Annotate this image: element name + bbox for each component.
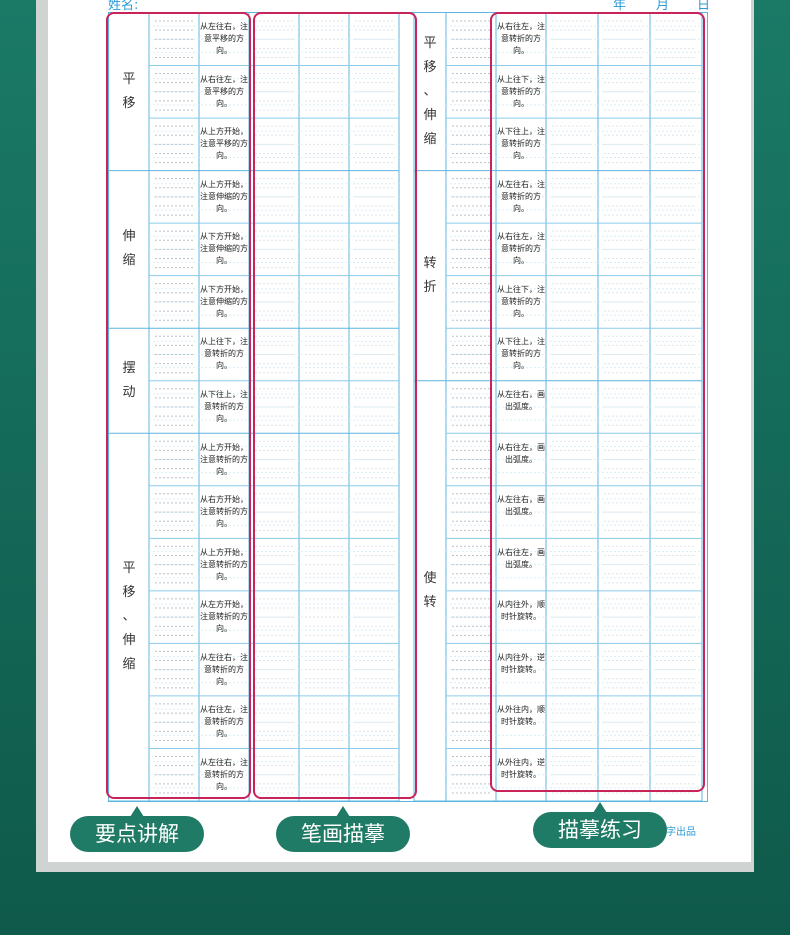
key-points-text: 要点讲解 [95,822,179,846]
group-label-char: 转 [423,594,437,610]
group-label-char: 移 [423,59,437,75]
tag-pointer [593,802,607,813]
group-label-char: 缩 [423,131,437,147]
group-label-char: 折 [423,279,437,295]
tag-pointer [130,806,144,817]
tracing-practice-tag: 描摹练习 [533,802,667,848]
key-points-tag: 要点讲解 [70,806,204,852]
group-label-char: 转 [423,255,437,271]
right-group-label: 转折 [414,252,446,300]
stroke-tracing-tag: 笔画描摹 [276,806,410,852]
tag-pointer [336,806,350,817]
stroke-tracing-text: 笔画描摹 [301,822,385,846]
key-points-highlight [106,12,251,799]
stroke-tracing-highlight [253,12,417,799]
publisher-note: 字出品 [666,827,696,838]
group-label-char: 平 [423,35,437,51]
right-group-label: 使转 [414,567,446,615]
right-group-label: 平移、伸缩 [414,32,446,152]
group-label-char: 使 [423,570,437,586]
tracing-practice-highlight [490,12,705,792]
tracing-practice-text: 描摹练习 [558,818,642,842]
group-label-char: 伸 [423,107,437,123]
group-label-char: 、 [423,83,437,99]
